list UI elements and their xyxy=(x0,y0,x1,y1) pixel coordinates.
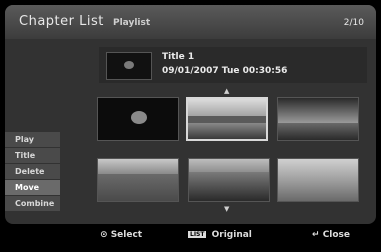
screen: Chapter List Playlist 2/10 Title 1 09/01… xyxy=(0,0,381,252)
list-button-icon: LIST xyxy=(188,231,207,238)
chapter-list-panel: Chapter List Playlist 2/10 Title 1 09/01… xyxy=(5,5,376,224)
chapter-thumbnail-3[interactable] xyxy=(277,97,359,141)
close-label: Close xyxy=(322,230,351,240)
title-name: Title 1 xyxy=(162,52,195,62)
footer-bar: ⊙ Select LIST Original ↵ Close xyxy=(0,224,381,252)
page-title: Chapter List xyxy=(19,14,104,29)
menu-item-play[interactable]: Play xyxy=(5,132,60,147)
chapter-thumbnail-4[interactable] xyxy=(97,158,179,202)
footer-original[interactable]: LIST Original xyxy=(188,230,252,240)
select-label: Select xyxy=(110,230,143,240)
menu-item-move[interactable]: Move xyxy=(5,180,60,195)
title-info-box: Title 1 09/01/2007 Tue 00:30:56 xyxy=(99,47,367,83)
header-bar: Chapter List Playlist 2/10 xyxy=(5,5,376,39)
chapter-thumbnail-5[interactable] xyxy=(188,158,270,202)
page-counter: 2/10 xyxy=(343,18,364,28)
list-type-label: Playlist xyxy=(113,18,151,28)
return-icon: ↵ xyxy=(312,230,320,240)
menu-item-combine[interactable]: Combine xyxy=(5,196,60,211)
scroll-up-icon[interactable]: ▲ xyxy=(224,87,229,95)
menu-item-delete[interactable]: Delete xyxy=(5,164,60,179)
select-button-icon: ⊙ xyxy=(100,230,108,240)
title-datetime: 09/01/2007 Tue 00:30:56 xyxy=(162,66,288,76)
action-menu: Play Title Delete Move Combine xyxy=(5,132,60,212)
chapter-thumbnail-1[interactable] xyxy=(97,97,179,141)
menu-item-title[interactable]: Title xyxy=(5,148,60,163)
chapter-thumbnail-6[interactable] xyxy=(277,158,359,202)
footer-close[interactable]: ↵ Close xyxy=(312,230,350,240)
footer-select[interactable]: ⊙ Select xyxy=(100,230,142,240)
title-preview-thumbnail xyxy=(106,52,152,80)
chapter-thumbnail-2[interactable] xyxy=(186,97,268,141)
scroll-down-icon[interactable]: ▼ xyxy=(224,205,229,213)
original-label: Original xyxy=(211,230,252,240)
